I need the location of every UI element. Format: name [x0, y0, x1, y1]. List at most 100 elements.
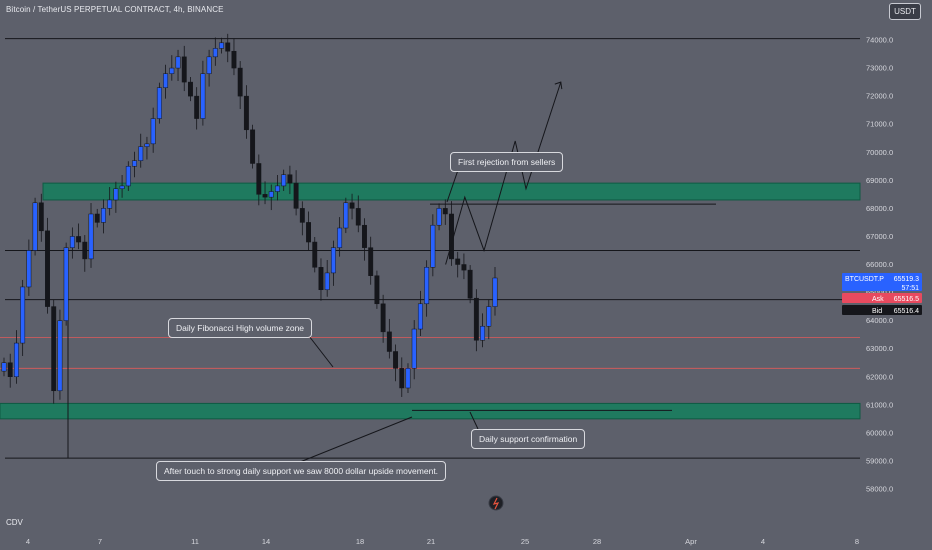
candle-body	[194, 95, 200, 119]
candle-body	[181, 56, 187, 83]
candle-body	[417, 303, 423, 330]
candle-body	[188, 81, 193, 97]
candle-body	[125, 166, 131, 187]
x-tick-label: 25	[521, 537, 529, 546]
y-tick-label: 66000.0	[866, 260, 893, 269]
last-price-badge-text: BTCUSDT.P	[845, 276, 884, 283]
annotation-first-rejection: First rejection from sellers	[450, 152, 564, 172]
candle-body	[1, 362, 7, 372]
y-tick-label: 69000.0	[866, 176, 893, 185]
candle-body	[206, 56, 212, 74]
candle-body	[138, 146, 144, 161]
x-tick-label: 28	[593, 537, 601, 546]
candle-body	[119, 185, 125, 189]
candle-body	[268, 191, 274, 198]
candle-body	[51, 306, 57, 392]
candle-body	[455, 258, 461, 265]
candle-body	[430, 224, 436, 268]
x-tick-label: 14	[262, 537, 270, 546]
candle-body	[219, 42, 224, 49]
candle-body	[76, 236, 82, 243]
candle-body	[436, 208, 442, 226]
candle-body	[20, 286, 26, 344]
candle-body	[7, 362, 13, 377]
candle-body	[362, 224, 367, 248]
x-tick-label: 8	[855, 537, 859, 546]
y-tick-label: 74000.0	[866, 36, 893, 45]
x-tick-label: 7	[98, 537, 102, 546]
forecast-path	[445, 81, 562, 265]
candle-body	[480, 325, 486, 341]
indicator-label: CDV	[6, 518, 23, 527]
candle-body	[32, 202, 38, 251]
candle-body	[94, 213, 100, 223]
y-tick-label: 59000.0	[866, 456, 893, 465]
last-price-badge-text: 57:51	[901, 285, 919, 292]
annotation-fib-zone: Daily Fibonacci High volume zone	[168, 318, 313, 338]
ask-badge-text: 65516.5	[894, 296, 919, 303]
y-tick-label: 60000.0	[866, 428, 893, 437]
candle-body	[399, 368, 405, 389]
y-tick-label: 67000.0	[866, 232, 893, 241]
candle-body	[449, 213, 454, 260]
candle-body	[69, 236, 75, 248]
candle-body	[293, 182, 299, 209]
candle-body	[299, 208, 305, 223]
price-chart[interactable]: 74000.0 73000.0 72000.0 71000.0 70000.0 69000…	[0, 0, 932, 550]
y-tick-label: 63000.0	[866, 344, 893, 353]
y-tick-label: 71000.0	[866, 120, 893, 129]
y-tick-label: 61000.0	[866, 400, 893, 409]
candle-body	[492, 277, 498, 307]
candle-body	[163, 73, 169, 88]
candle-body	[262, 194, 268, 198]
candle-body	[57, 320, 63, 392]
last-price-badge-text: 65519.3	[894, 276, 919, 283]
candle-body	[355, 208, 361, 226]
candle-body	[225, 42, 231, 52]
y-tick-label: 58000.0	[866, 485, 893, 494]
candle-body	[200, 73, 206, 119]
candle-body	[318, 267, 324, 291]
candle-body	[82, 241, 88, 260]
candle-body	[368, 247, 374, 276]
x-tick-label: 4	[26, 537, 30, 546]
candle-body	[26, 250, 32, 288]
candle-body	[150, 118, 156, 145]
x-tick-label: Apr	[685, 537, 697, 546]
currency-button[interactable]: USDT	[889, 3, 921, 20]
x-tick-label: 21	[427, 537, 435, 546]
candle-body	[13, 342, 19, 378]
candle-body	[107, 199, 113, 209]
y-tick-label: 70000.0	[866, 148, 893, 157]
ask-badge-text: Ask	[872, 296, 884, 303]
candle-body	[281, 174, 287, 187]
candle-body	[424, 267, 430, 305]
candle-body	[386, 331, 392, 352]
candle-body	[330, 247, 336, 274]
annotation-touch-support: After touch to strong daily support we s…	[156, 461, 447, 481]
y-tick-label: 62000.0	[866, 372, 893, 381]
candle-body	[212, 48, 218, 58]
candle-body	[45, 230, 50, 307]
candle-body	[113, 188, 119, 201]
candle-body	[306, 222, 311, 243]
candle-body	[287, 174, 293, 184]
bid-badge-text: Bid	[872, 308, 882, 315]
candle-body	[393, 351, 399, 369]
candle-body	[486, 306, 492, 327]
daily-support-zone	[0, 402, 861, 420]
candle-body	[38, 202, 44, 232]
candle-body	[156, 87, 162, 119]
candle-body	[380, 303, 386, 333]
x-tick-label: 11	[191, 537, 199, 546]
candle-body	[442, 208, 448, 215]
candle-body	[473, 297, 479, 341]
y-tick-label: 73000.0	[866, 64, 893, 73]
x-tick-label: 4	[761, 537, 765, 546]
y-tick-label: 64000.0	[866, 316, 893, 325]
candle-body	[312, 241, 318, 268]
y-tick-label: 68000.0	[866, 204, 893, 213]
candle-body	[169, 67, 175, 74]
candle-body	[461, 264, 467, 271]
candle-body	[100, 208, 106, 223]
